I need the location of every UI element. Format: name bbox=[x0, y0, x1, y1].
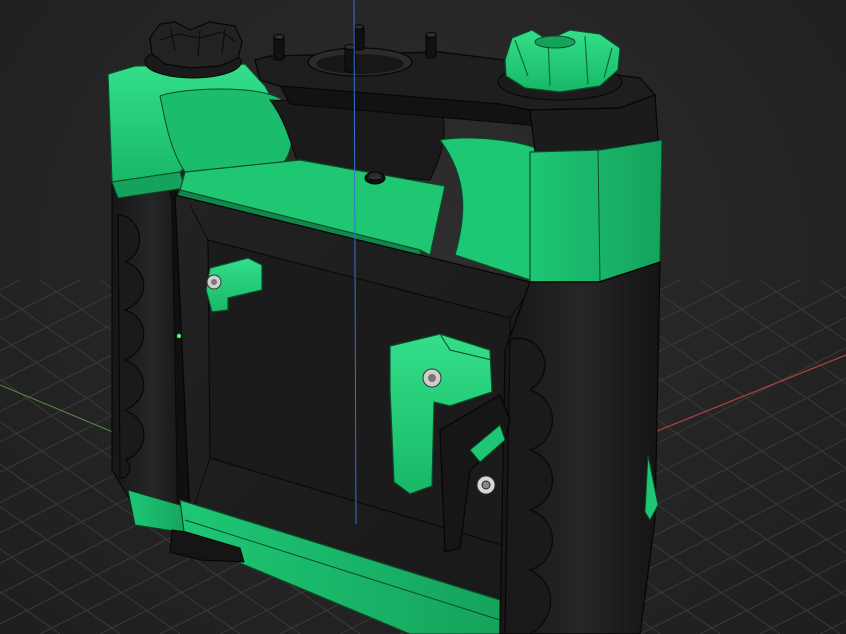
grid-line bbox=[699, 559, 846, 634]
latch-screw bbox=[476, 475, 496, 495]
grid-line bbox=[819, 279, 846, 300]
grid-line bbox=[819, 620, 846, 634]
grid-line bbox=[759, 589, 846, 634]
right-thumb-knob[interactable] bbox=[497, 29, 623, 101]
grid-line bbox=[0, 279, 21, 291]
3d-viewport[interactable] bbox=[0, 0, 846, 634]
viewport-canvas[interactable] bbox=[0, 0, 846, 634]
grid-line bbox=[0, 279, 81, 322]
right-grip-green-band[interactable] bbox=[529, 139, 663, 283]
grid-line bbox=[699, 279, 846, 384]
grid-line bbox=[759, 279, 846, 342]
left-thumb-knob[interactable] bbox=[144, 21, 243, 79]
threaded-screw-hole[interactable] bbox=[364, 171, 386, 185]
grid-line bbox=[0, 548, 121, 634]
top-handle-right-curve bbox=[438, 137, 541, 281]
selection-point-marker bbox=[176, 333, 182, 339]
